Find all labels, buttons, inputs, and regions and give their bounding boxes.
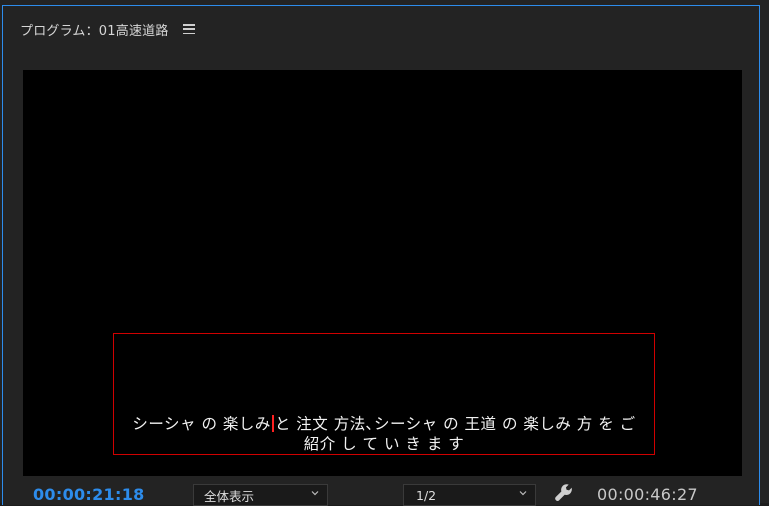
program-monitor-panel: プログラム：01高速道路 シーシャ の 楽しみと 注文 方法､シーシャ の 王道… <box>0 0 769 506</box>
monitor-controls-bar: 00:00:21:18 全体表示 1/2 00:00:46:27 <box>0 478 769 506</box>
caption-text-part-1: シーシャ の 楽しみ <box>132 415 271 433</box>
panel-header: プログラム：01高速道路 <box>20 18 195 40</box>
playback-resolution-value: 1/2 <box>416 487 437 503</box>
zoom-level-value: 全体表示 <box>204 488 255 504</box>
duration-timecode: 00:00:46:27 <box>597 485 698 504</box>
panel-title[interactable]: プログラム：01高速道路 <box>20 20 169 39</box>
hamburger-menu-icon[interactable] <box>182 24 195 34</box>
wrench-icon[interactable] <box>553 482 575 504</box>
caption-line-1: シーシャ の 楽しみと 注文 方法､シーシャ の 王道 の 楽しみ 方 を ご <box>113 414 655 434</box>
caption-text[interactable]: シーシャ の 楽しみと 注文 方法､シーシャ の 王道 の 楽しみ 方 を ご … <box>113 414 655 454</box>
chevron-down-icon <box>311 491 319 496</box>
caption-text-part-2: と 注文 方法､シーシャ の 王道 の 楽しみ 方 を ご <box>274 415 636 433</box>
caption-line-2: 紹介 し て い き ま す <box>303 435 465 453</box>
chevron-down-icon <box>519 491 527 496</box>
text-cursor <box>271 415 274 432</box>
current-timecode[interactable]: 00:00:21:18 <box>33 485 145 504</box>
